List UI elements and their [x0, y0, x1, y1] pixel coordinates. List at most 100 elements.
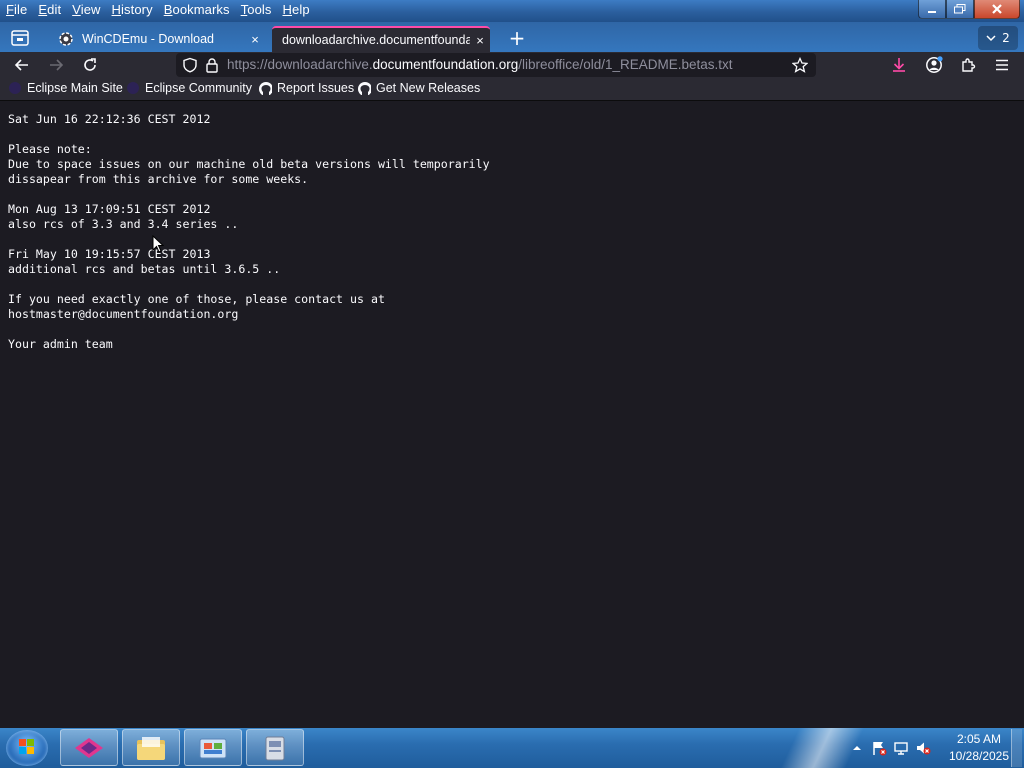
speaker-muted-icon — [917, 742, 931, 755]
gear-favicon-icon — [59, 32, 73, 46]
mouse-pointer-icon — [152, 235, 164, 253]
firefox-view-icon — [11, 30, 29, 46]
hamburger-menu-icon — [996, 59, 1008, 71]
forward-button[interactable] — [44, 53, 68, 77]
tab-title: WinCDEmu - Download — [82, 32, 214, 46]
menu-file[interactable]: File — [0, 0, 32, 20]
readme-text: Sat Jun 16 22:12:36 CEST 2012 Please not… — [8, 112, 490, 352]
system-clock[interactable]: 2:05 AM 10/28/2025 — [946, 731, 1012, 765]
extensions-button[interactable] — [956, 53, 980, 77]
navigation-toolbar: https://downloadarchive.documentfoundati… — [0, 52, 1024, 78]
bookmark-report-issues[interactable]: Report Issues — [258, 81, 354, 95]
minimize-icon — [928, 11, 936, 13]
action-center-icon[interactable] — [871, 740, 887, 756]
bookmark-eclipse-community[interactable]: Eclipse Community — [126, 81, 252, 95]
system-tray: 2:05 AM 10/28/2025 — [846, 730, 1012, 766]
network-icon[interactable] — [893, 740, 909, 756]
readme-line: Fri May 10 19:15:57 CEST 2013 — [8, 247, 211, 261]
url-text: https://downloadarchive.documentfoundati… — [227, 57, 733, 72]
tab-wincdemu[interactable]: WinCDEmu - Download × — [50, 26, 265, 52]
windows-logo-icon — [19, 739, 34, 754]
downloads-button[interactable] — [887, 53, 911, 77]
chevron-up-icon — [853, 746, 861, 750]
installer-icon — [265, 736, 285, 760]
close-icon — [992, 4, 1002, 14]
start-button[interactable] — [6, 730, 48, 766]
volume-icon[interactable] — [915, 740, 931, 756]
readme-line: also rcs of 3.3 and 3.4 series .. — [8, 217, 239, 231]
menu-view[interactable]: View — [66, 0, 105, 20]
readme-line: dissapear from this archive for some wee… — [8, 172, 309, 186]
clock-time: 2:05 AM — [956, 732, 1002, 746]
readme-line: Due to space issues on our machine old b… — [8, 157, 490, 171]
tab-close-icon[interactable]: × — [245, 32, 265, 47]
readme-line: Please note: — [8, 142, 92, 156]
readme-line: hostmaster@documentfoundation.org — [8, 307, 239, 321]
account-icon — [926, 56, 943, 73]
tab-title: downloadarchive.documentfoundat — [282, 33, 470, 47]
taskbar-installer-button[interactable] — [246, 729, 304, 766]
readme-line: Mon Aug 13 17:09:51 CEST 2012 — [8, 202, 211, 216]
readme-line: additional rcs and betas until 3.6.5 .. — [8, 262, 281, 276]
title-bar: File Edit View History Bookmarks Tools H… — [0, 0, 1024, 22]
page-content: Sat Jun 16 22:12:36 CEST 2012 Please not… — [0, 101, 1024, 728]
tab-strip: WinCDEmu - Download × downloadarchive.do… — [0, 22, 1024, 52]
taskbar-app-button[interactable] — [184, 729, 242, 766]
control-panel-icon — [199, 738, 227, 758]
reload-button[interactable] — [78, 53, 102, 77]
list-all-tabs-button[interactable]: 2 — [978, 26, 1018, 50]
flag-error-icon — [873, 742, 887, 756]
puzzle-piece-icon — [962, 58, 976, 72]
folder-icon — [137, 736, 165, 760]
download-icon — [893, 58, 905, 72]
tab-readme-active[interactable]: downloadarchive.documentfoundat × — [272, 26, 490, 52]
window-controls — [918, 0, 1020, 19]
bookmark-label: Report Issues — [277, 81, 355, 95]
clock-date: 10/28/2025 — [948, 749, 1010, 763]
menu-edit[interactable]: Edit — [32, 0, 66, 20]
taskbar-firefox-button[interactable] — [60, 729, 118, 766]
close-window-button[interactable] — [974, 0, 1020, 19]
menu-history[interactable]: History — [106, 0, 158, 20]
readme-line: Your admin team — [8, 337, 113, 351]
bookmark-label: Eclipse Main Site — [27, 81, 123, 95]
readme-line: Sat Jun 16 22:12:36 CEST 2012 — [8, 112, 211, 126]
minimize-button[interactable] — [918, 0, 946, 19]
menu-bar: File Edit View History Bookmarks Tools H… — [0, 0, 315, 20]
bookmarks-toolbar: Eclipse Main Site Eclipse Community Repo… — [0, 78, 1024, 101]
taskbar-explorer-button[interactable] — [122, 729, 180, 766]
bookmark-label: Eclipse Community — [145, 81, 252, 95]
restore-button[interactable] — [946, 0, 974, 19]
readme-line: If you need exactly one of those, please… — [8, 292, 385, 306]
menu-bookmarks[interactable]: Bookmarks — [158, 0, 235, 20]
bookmark-label: Get New Releases — [376, 81, 481, 95]
shield-icon — [183, 57, 197, 73]
show-desktop-button[interactable] — [1011, 729, 1022, 767]
back-button[interactable] — [10, 53, 34, 77]
eclipse-icon — [127, 82, 139, 94]
menu-help[interactable]: Help — [277, 0, 315, 20]
bookmark-eclipse-main-site[interactable]: Eclipse Main Site — [8, 81, 123, 95]
firefox-view-button[interactable] — [8, 26, 32, 50]
menu-tools[interactable]: Tools — [235, 0, 277, 20]
address-bar[interactable]: https://downloadarchive.documentfoundati… — [176, 53, 816, 77]
bookmark-get-new-releases[interactable]: Get New Releases — [357, 81, 480, 95]
show-hidden-icons-button[interactable] — [849, 740, 865, 756]
network-monitor-icon — [894, 742, 908, 755]
app-menu-button[interactable] — [990, 53, 1014, 77]
chevron-down-icon — [986, 35, 996, 42]
bookmark-star-icon[interactable] — [792, 57, 808, 73]
taskbar: 2:05 AM 10/28/2025 — [0, 728, 1024, 768]
browser-app-icon — [75, 737, 103, 758]
new-tab-button[interactable]: + — [507, 28, 527, 48]
tab-close-icon[interactable]: × — [470, 33, 490, 48]
github-icon — [259, 82, 272, 95]
account-button[interactable] — [922, 53, 946, 77]
reload-icon — [84, 58, 96, 71]
back-arrow-icon — [14, 59, 28, 71]
forward-arrow-icon — [50, 59, 64, 71]
github-icon — [358, 82, 371, 95]
restore-icon — [954, 4, 966, 14]
tab-count: 2 — [1002, 31, 1010, 45]
eclipse-icon — [9, 82, 21, 94]
